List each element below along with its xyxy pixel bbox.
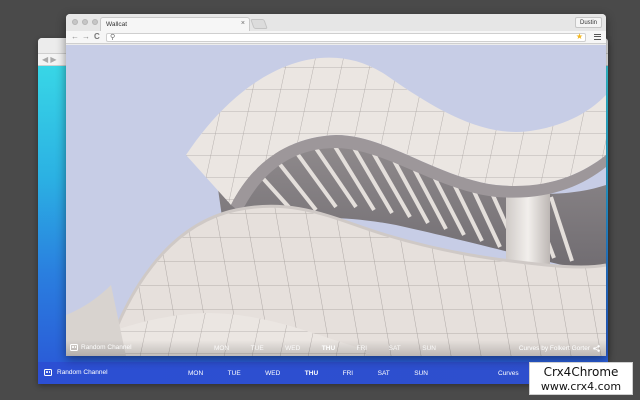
tab-close-icon[interactable]: × [241,20,245,27]
share-icon[interactable] [593,345,600,352]
minimize-window-icon[interactable] [82,19,88,25]
photo-credit-text: Curves by Folkert Gorter [518,345,590,352]
forward-arrow-icon[interactable]: → [82,32,90,42]
tab-wallcat[interactable]: Wallcat × [100,17,250,31]
titlebar: Wallcat × Dustin [66,14,606,31]
watermark-line-1: Crx4Chrome [543,365,619,379]
address-bar[interactable]: ⚲ ★ [106,32,586,42]
back-arrow-icon[interactable]: ← [71,32,79,42]
back-day-sun[interactable]: SUN [414,370,428,377]
reload-icon[interactable]: C [94,32,100,42]
back-day-list: MON TUE WED THU FRI SAT SUN [188,370,428,377]
photo-credit[interactable]: Curves by Folkert Gorter [519,345,600,352]
wallpaper-photo: Random Channel MON TUE WED THU FRI SAT S… [66,45,606,356]
back-day-tue[interactable]: TUE [228,370,241,377]
window-controls [72,19,98,25]
tab-title: Wallcat [106,21,128,28]
search-icon: ⚲ [110,34,116,41]
curved-building-photo [66,45,606,356]
wallcat-bottom-bar: Random Channel MON TUE WED THU FRI SAT S… [66,340,606,356]
tv-icon [44,369,52,376]
front-browser-window: Wallcat × Dustin ← → C ⚲ ★ Random Channe… [66,14,606,356]
day-sun[interactable]: SUN [422,345,436,352]
profile-button[interactable]: Dustin [574,17,602,28]
new-tab-button[interactable] [250,19,268,29]
day-tue[interactable]: TUE [251,345,264,352]
back-day-wed[interactable]: WED [265,370,280,377]
back-channel-label: Random Channel [57,369,108,376]
back-day-thu[interactable]: THU [305,370,318,377]
back-day-sat[interactable]: SAT [378,370,390,377]
back-channel-selector[interactable]: Random Channel [44,369,108,376]
crx4chrome-watermark: Crx4Chrome www.crx4.com [529,362,633,395]
channel-label: Random Channel [81,344,132,351]
day-thu[interactable]: THU [322,345,335,352]
back-bottom-bar: Random Channel MON TUE WED THU FRI SAT S… [38,362,608,384]
tv-icon [70,344,78,351]
back-nav-buttons[interactable]: ◀ ▶ [42,55,57,64]
menu-icon[interactable] [594,32,601,42]
channel-selector[interactable]: Random Channel [70,344,132,351]
maximize-window-icon[interactable] [92,19,98,25]
back-photo-credit[interactable]: Curves [498,370,519,377]
day-sat[interactable]: SAT [389,345,401,352]
day-wed[interactable]: WED [285,345,300,352]
bookmark-star-icon[interactable]: ★ [576,32,583,41]
browser-toolbar: ← → C ⚲ ★ [66,31,606,44]
day-list: MON TUE WED THU FRI SAT SUN [214,345,436,352]
day-fri[interactable]: FRI [357,345,367,352]
close-window-icon[interactable] [72,19,78,25]
watermark-line-2: www.crx4.com [540,380,622,393]
day-mon[interactable]: MON [214,345,229,352]
back-day-mon[interactable]: MON [188,370,203,377]
back-day-fri[interactable]: FRI [343,370,353,377]
